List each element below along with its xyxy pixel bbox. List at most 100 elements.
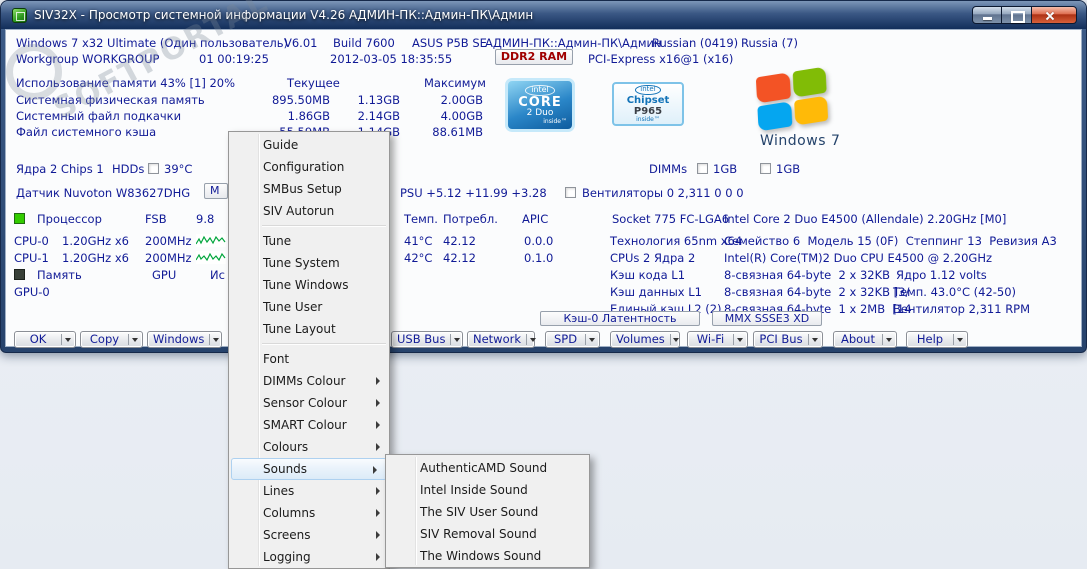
- workgroup: Workgroup WORKGROUP: [16, 52, 160, 66]
- cpu-fsb: 200MHz: [145, 251, 192, 265]
- minimize-button[interactable]: [972, 6, 1002, 24]
- chevron-down-icon[interactable]: [670, 332, 679, 347]
- memory-value: 895.50MB: [271, 93, 330, 107]
- intel-logo: intel: [635, 84, 661, 95]
- cache-name: Кэш данных L1: [610, 285, 702, 299]
- datetime: 2012-03-05 18:35:55: [330, 52, 453, 66]
- menu-item-guide[interactable]: Guide: [229, 134, 389, 156]
- cache-value: 8-связная 64-byte 2 x 32KB [3/: [724, 285, 910, 299]
- volumes-button[interactable]: Volumes: [610, 331, 680, 348]
- memory-value: 88.61MB: [432, 125, 483, 139]
- copy-button[interactable]: Copy: [80, 331, 143, 348]
- chevron-down-icon[interactable]: [210, 332, 221, 347]
- about-button[interactable]: About: [833, 331, 897, 348]
- menu-item-tune-layout[interactable]: Tune Layout: [229, 318, 389, 340]
- cpu-temp: 42°C: [404, 251, 433, 265]
- dimm2-size: 1GB: [776, 162, 801, 176]
- network-button[interactable]: Network: [467, 331, 537, 348]
- submenu-item-authenticamd-sound[interactable]: AuthenticAMD Sound: [386, 457, 589, 479]
- submenu-item-intel-inside-sound[interactable]: Intel Inside Sound: [386, 479, 589, 501]
- menu-item-siv-autorun[interactable]: SIV Autorun: [229, 200, 389, 222]
- titlebar[interactable]: SIV32X - Просмотр системной информации V…: [1, 1, 1086, 29]
- close-button[interactable]: [1032, 6, 1077, 24]
- col-graph-scale: 9.8: [196, 212, 215, 226]
- language: Russian (0419): [652, 36, 739, 50]
- cache-latency-button[interactable]: Кэш-0 Латентность: [540, 311, 700, 326]
- cpu-temp: 41°C: [404, 234, 433, 248]
- sensor-chip: Датчик Nuvoton W83627DHG: [16, 186, 191, 200]
- usb-bus-button[interactable]: USB Bus: [391, 331, 463, 348]
- menu-item-tune-user[interactable]: Tune User: [229, 296, 389, 318]
- hdd-temp-checkbox[interactable]: [148, 163, 159, 174]
- menu-item-tune-windows[interactable]: Tune Windows: [229, 274, 389, 296]
- menu-item-sensor-colour[interactable]: Sensor Colour: [229, 392, 389, 414]
- memory-value: 1.13GB: [357, 93, 400, 107]
- submenu-item-siv-user-sound[interactable]: The SIV User Sound: [386, 501, 589, 523]
- pci-bus-button[interactable]: PCI Bus: [753, 331, 823, 348]
- wifi-button[interactable]: Wi-Fi: [687, 331, 748, 348]
- help-button[interactable]: Help: [906, 331, 968, 348]
- chevron-down-icon[interactable]: [586, 332, 599, 347]
- menu-item-configuration[interactable]: Configuration: [229, 156, 389, 178]
- cpu-model: Intel Core 2 Duo E4500 (Allendale) 2.20G…: [724, 212, 1007, 226]
- chevron-down-icon[interactable]: [129, 332, 142, 347]
- partial-button[interactable]: М: [204, 183, 228, 199]
- menu-separator: [229, 340, 389, 348]
- country: Russia (7): [741, 36, 798, 50]
- mmx-features-button[interactable]: MMX SSSE3 XD: [712, 311, 822, 326]
- chevron-down-icon[interactable]: [954, 332, 967, 347]
- memory-row-label: Файл системного кэша: [16, 125, 157, 139]
- menu-item-dimms-colour[interactable]: DIMMs Colour: [229, 370, 389, 392]
- chevron-down-icon[interactable]: [883, 332, 896, 347]
- sounds-submenu: AuthenticAMD Sound Intel Inside Sound Th…: [385, 454, 590, 568]
- cpu-detail: Intel(R) Core(TM)2 Duo CPU E4500 @ 2.20G…: [724, 251, 993, 265]
- menu-item-smbus-setup[interactable]: SMBus Setup: [229, 178, 389, 200]
- os-build: Build 7600: [333, 36, 395, 50]
- menu-item-screens[interactable]: Screens: [229, 524, 389, 546]
- fans-checkbox[interactable]: [565, 187, 576, 198]
- memory-row-label: Системный файл подкачки: [16, 109, 182, 123]
- menu-item-columns[interactable]: Columns: [229, 502, 389, 524]
- ok-button[interactable]: OK: [14, 331, 76, 348]
- menu-item-lines[interactable]: Lines: [229, 480, 389, 502]
- motherboard: ASUS P5B SE: [412, 36, 487, 50]
- os-version: V6.01: [284, 36, 318, 50]
- dimm1-checkbox[interactable]: [697, 163, 708, 174]
- windows7-flag-logo: [755, 66, 829, 132]
- chevron-down-icon[interactable]: [734, 332, 747, 347]
- menu-item-colours[interactable]: Colours: [229, 436, 389, 458]
- ddr2-ram-button[interactable]: DDR2 RAM: [495, 49, 573, 65]
- window-title: SIV32X - Просмотр системной информации V…: [34, 8, 534, 22]
- fan-rpm: Вентилятор 2,311 RPM: [893, 302, 1031, 316]
- hdds-label: HDDs: [112, 162, 145, 176]
- core-voltage: Ядро 1.12 volts: [896, 268, 987, 282]
- chevron-down-icon[interactable]: [62, 332, 75, 347]
- cpu-info: Технология 65nm x64: [610, 234, 743, 248]
- menu-item-tune[interactable]: Tune: [229, 230, 389, 252]
- col-processor: Процессор: [37, 212, 102, 226]
- spd-button[interactable]: SPD: [545, 331, 600, 348]
- memory-value: 2.00GB: [440, 93, 483, 107]
- memory-value: 4.00GB: [440, 109, 483, 123]
- chevron-down-icon[interactable]: [451, 332, 462, 347]
- computer-name: АДМИН-ПК::Админ-ПК\Админ: [485, 36, 662, 50]
- cpu-power: 42.12: [443, 251, 476, 265]
- hdd-temp: 39°C: [164, 162, 193, 176]
- menu-item-tune-system[interactable]: Tune System: [229, 252, 389, 274]
- menu-item-sounds[interactable]: Sounds: [231, 458, 387, 480]
- menu-item-logging[interactable]: Logging: [229, 546, 389, 568]
- windows-button[interactable]: Windows: [147, 331, 222, 348]
- chevron-down-icon[interactable]: [527, 332, 537, 347]
- submenu-item-windows-sound[interactable]: The Windows Sound: [386, 545, 589, 567]
- pci-express-info: PCI-Express x16@1 (x16): [588, 52, 734, 66]
- cpu-info: CPUs 2 Ядра 2: [610, 251, 696, 265]
- menu-item-smart-colour[interactable]: SMART Colour: [229, 414, 389, 436]
- menu-item-font[interactable]: Font: [229, 348, 389, 370]
- maximize-button[interactable]: [1002, 6, 1032, 24]
- col-header-current: Текущее: [287, 76, 340, 90]
- submenu-item-siv-removal-sound[interactable]: SIV Removal Sound: [386, 523, 589, 545]
- socket-info: Socket 775 FC-LGA6: [612, 212, 730, 226]
- dimm2-checkbox[interactable]: [760, 163, 771, 174]
- chevron-down-icon[interactable]: [809, 332, 822, 347]
- intel-core2duo-badge: intel CORE 2 Duo inside™: [505, 78, 575, 132]
